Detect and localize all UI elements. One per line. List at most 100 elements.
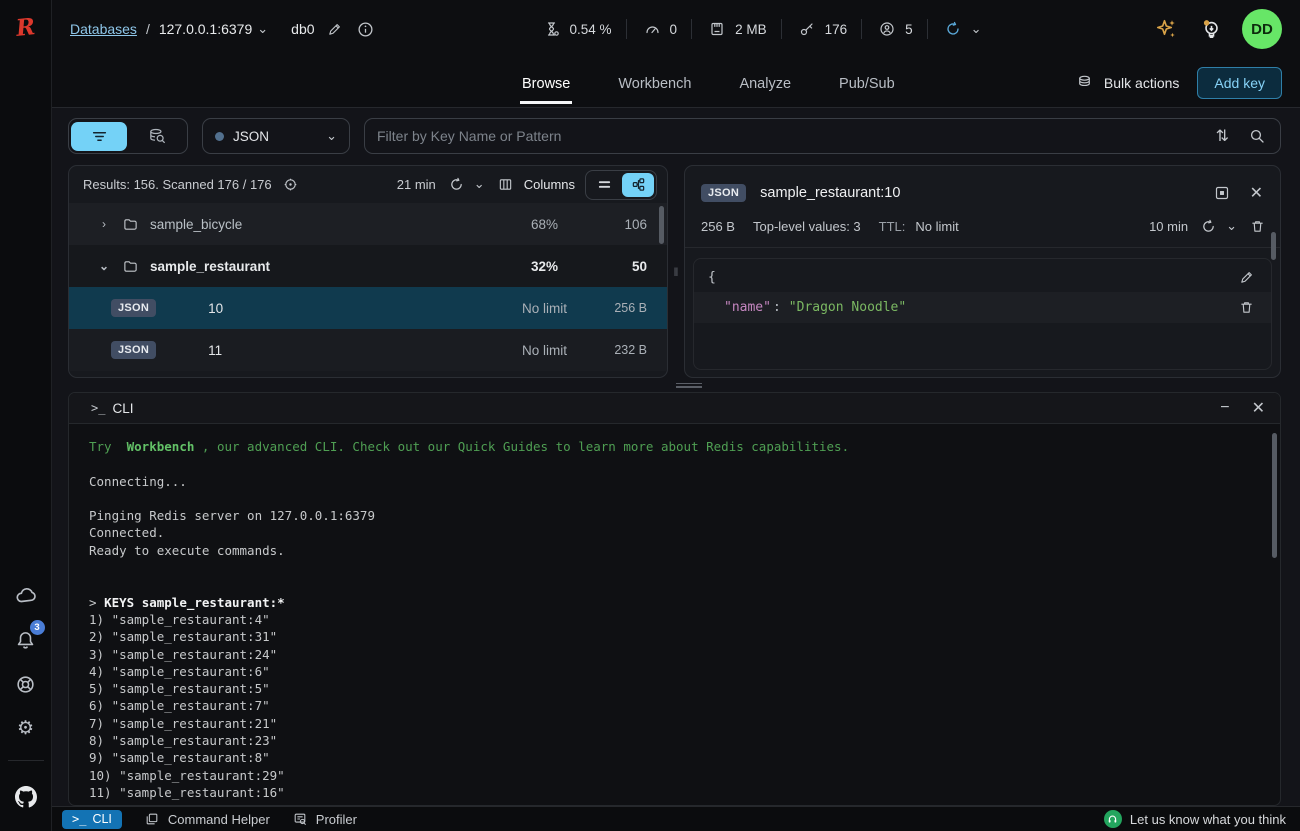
breadcrumb-separator: /	[146, 21, 150, 37]
connected-clients-icon	[876, 18, 898, 40]
list-view-button[interactable]	[588, 173, 620, 197]
cli-panel: >_ CLI − ✕ Try Workbench , our advanced …	[68, 392, 1281, 806]
edit-json-pencil-icon[interactable]	[1236, 267, 1257, 288]
sort-icon[interactable]: ⇅	[1213, 123, 1232, 149]
edit-alias-pencil-icon[interactable]	[324, 19, 345, 40]
details-refresh-control[interactable]: ⌄	[1198, 216, 1237, 237]
sidebar-divider	[8, 760, 44, 761]
tab-analyze[interactable]: Analyze	[737, 62, 793, 104]
breadcrumb: Databases / 127.0.0.1:6379 ⌄ db0	[70, 18, 377, 41]
json-field-row[interactable]: "name" : "Dragon Noodle"	[694, 292, 1271, 323]
search-icon[interactable]	[1246, 125, 1268, 147]
cli-intro-line: Try Workbench , our advanced CLI. Check …	[89, 438, 1260, 455]
cli-line: Connected.	[89, 524, 1260, 541]
ttl-value[interactable]: No limit	[915, 219, 958, 234]
tree-row-key-10[interactable]: JSON 10 No limit 256 B	[69, 287, 667, 329]
stack-icon	[1073, 71, 1096, 94]
ttl-label: TTL:	[879, 219, 906, 234]
workbench-link[interactable]: Workbench	[119, 439, 202, 454]
main-column: Databases / 127.0.0.1:6379 ⌄ db0	[52, 0, 1300, 831]
command-helper-button[interactable]: Command Helper	[142, 809, 270, 829]
key-type-filter-select[interactable]: JSON ⌄	[202, 118, 350, 154]
db-info-icon[interactable]	[354, 18, 377, 41]
columns-toggle[interactable]: Columns	[495, 174, 575, 195]
key-details-meta: 256 B Top-level values: 3 TTL: No limit …	[685, 210, 1280, 248]
keys-list-scrollbar[interactable]	[659, 206, 664, 244]
keys-refresh-control[interactable]: ⌄	[446, 174, 485, 195]
bulk-actions-button[interactable]: Bulk actions	[1073, 71, 1179, 94]
chevron-down-icon: ⌄	[1226, 223, 1237, 230]
tree-view-button[interactable]	[622, 173, 654, 197]
panels-row: Results: 156. Scanned 176 / 176 21 min ⌄	[68, 165, 1281, 378]
json-editor-scrollbar[interactable]	[1271, 232, 1276, 260]
cpu-value: 0.54 %	[570, 22, 612, 37]
cli-scrollbar[interactable]	[1272, 433, 1277, 558]
refresh-icon	[446, 174, 467, 195]
metrics-refresh-control[interactable]: ⌄	[928, 18, 996, 40]
profiler-button[interactable]: Profiler	[290, 809, 357, 829]
cli-toggle-button[interactable]: >_ CLI	[62, 810, 122, 829]
terminal-prompt-icon: >_	[91, 401, 105, 415]
cli-panel-header: >_ CLI − ✕	[69, 393, 1280, 424]
breadcrumb-databases-link[interactable]: Databases	[70, 21, 137, 37]
help-lifebuoy-icon[interactable]	[8, 666, 44, 702]
tab-browse[interactable]: Browse	[520, 62, 572, 104]
cli-result-line: 5) "sample_restaurant:5"	[89, 680, 1260, 697]
chevron-down-icon[interactable]: ⌄	[97, 259, 111, 273]
cli-output[interactable]: Try Workbench , our advanced CLI. Check …	[69, 424, 1280, 805]
chevron-right-icon[interactable]: ›	[97, 217, 111, 231]
keys-count-value: 176	[825, 22, 848, 37]
key-type-badge: JSON	[111, 299, 156, 317]
tabbar-actions: Bulk actions Add key	[1073, 67, 1282, 99]
minimize-cli-icon[interactable]: −	[1217, 396, 1232, 420]
tree-row-sample-bicycle[interactable]: › sample_bicycle 68% 106	[69, 203, 667, 245]
key-search-input[interactable]	[377, 128, 1199, 144]
database-host-label: 127.0.0.1:6379	[159, 21, 252, 37]
top-level-values: Top-level values: 3	[753, 219, 861, 234]
cli-result-line: 1) "sample_restaurant:4"	[89, 611, 1260, 628]
fullscreen-icon[interactable]	[1211, 182, 1233, 204]
filter-row: JSON ⌄ ⇅	[68, 118, 1281, 154]
cli-result-line: 6) "sample_restaurant:7"	[89, 697, 1260, 714]
profiler-label: Profiler	[316, 812, 357, 827]
gear-glyph: ⚙	[17, 719, 34, 738]
tab-workbench[interactable]: Workbench	[616, 62, 693, 104]
close-cli-icon[interactable]: ✕	[1249, 395, 1268, 421]
scan-more-icon[interactable]	[280, 174, 301, 195]
cli-command-text: KEYS sample_restaurant:*	[104, 595, 285, 610]
close-details-icon[interactable]: ✕	[1247, 180, 1266, 206]
insights-lightbulb-icon[interactable]	[1197, 15, 1226, 44]
filter-by-key-button[interactable]	[71, 122, 127, 151]
cli-line: Ready to execute commands.	[89, 542, 1260, 559]
key-type-selected: JSON	[233, 129, 269, 144]
tab-pubsub[interactable]: Pub/Sub	[837, 62, 897, 104]
cli-result-line: 7) "sample_restaurant:21"	[89, 715, 1260, 732]
tree-row-sample-restaurant[interactable]: ⌄ sample_restaurant 32% 50	[69, 245, 667, 287]
left-sidebar: R 3 ⚙	[0, 0, 52, 831]
redis-logo[interactable]: R	[15, 13, 37, 42]
keys-panel-header: Results: 156. Scanned 176 / 176 21 min ⌄	[69, 166, 667, 203]
cli-panel-title: >_ CLI	[91, 401, 133, 416]
cli-line	[89, 559, 1260, 576]
search-by-values-button[interactable]	[129, 122, 185, 151]
feedback-link[interactable]: Let us know what you think	[1104, 810, 1286, 828]
json-open-brace: {	[708, 270, 716, 285]
columns-icon	[495, 174, 516, 195]
panel-resize-handle-horizontal[interactable]	[68, 378, 1281, 392]
ops-value: 0	[670, 22, 678, 37]
add-key-button[interactable]: Add key	[1197, 67, 1282, 99]
cloud-icon[interactable]	[8, 578, 44, 614]
delete-key-trash-icon[interactable]	[1247, 216, 1268, 237]
settings-gear-icon[interactable]: ⚙	[8, 710, 44, 746]
panel-resize-handle-vertical[interactable]: ‖	[668, 165, 684, 378]
database-host-selector[interactable]: 127.0.0.1:6379 ⌄	[159, 21, 268, 37]
key-size: 232 B	[567, 343, 667, 357]
copilot-sparkles-icon[interactable]	[1151, 14, 1181, 44]
delete-field-trash-icon[interactable]	[1236, 297, 1257, 318]
cli-line	[89, 490, 1260, 507]
tree-row-key-11[interactable]: JSON 11 No limit 232 B	[69, 329, 667, 371]
user-avatar[interactable]: DD	[1242, 9, 1282, 49]
github-icon[interactable]	[8, 779, 44, 815]
notifications-bell-icon[interactable]: 3	[8, 622, 44, 658]
db-metrics: 0.54 % 0 2 MB	[527, 18, 996, 40]
